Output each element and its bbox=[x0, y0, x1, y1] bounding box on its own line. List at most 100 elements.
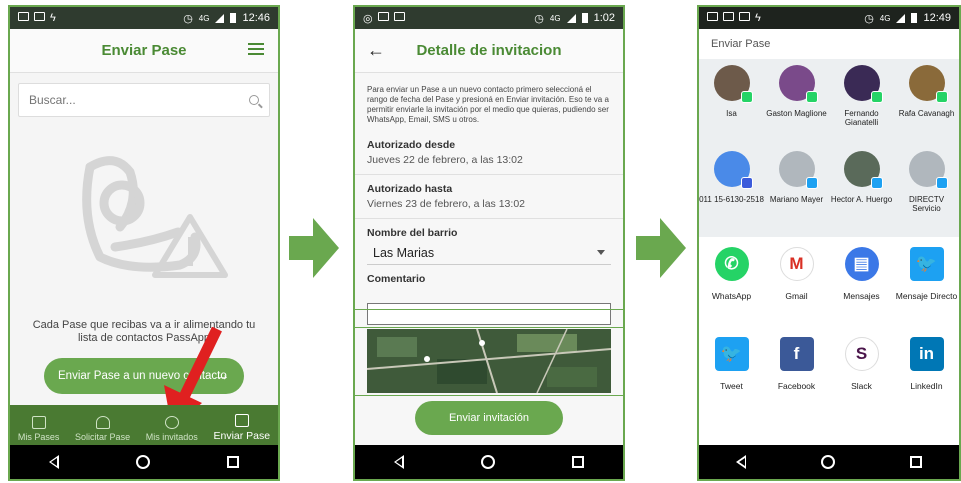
battery-icon bbox=[581, 13, 588, 23]
app-badge-icon bbox=[935, 177, 948, 189]
field-value: Jueves 22 de febrero, a las 13:02 bbox=[367, 154, 523, 166]
back-arrow-icon[interactable]: ← bbox=[367, 40, 385, 61]
battery-icon bbox=[911, 13, 918, 23]
page-title: Detalle de invitacion bbox=[416, 42, 562, 59]
recents-nav-icon[interactable] bbox=[572, 456, 585, 468]
search-input[interactable] bbox=[29, 93, 229, 107]
phone-screen-share-sheet: ϟ ◷ 4G 12:49 Enviar Pase Isa Gaston Magli… bbox=[697, 5, 961, 481]
mail-icon bbox=[739, 12, 750, 21]
contact-name: Isa bbox=[726, 109, 737, 118]
share-contact[interactable]: Fernando Gianatelli bbox=[829, 65, 894, 151]
app-name: Mensajes bbox=[843, 291, 880, 301]
status-bar: ◎ ◷ 4G 1:02 bbox=[355, 7, 623, 29]
image-icon bbox=[31, 416, 46, 429]
alarm-icon: ◷ bbox=[183, 12, 193, 25]
guests-icon bbox=[164, 416, 179, 429]
avatar bbox=[713, 151, 753, 189]
share-app[interactable]: ▤ Mensajes bbox=[829, 247, 894, 337]
share-contact[interactable]: Isa bbox=[699, 65, 764, 151]
home-nav-icon[interactable] bbox=[820, 455, 835, 469]
flow-arrow-icon bbox=[289, 218, 339, 278]
share-app[interactable]: ✆ WhatsApp bbox=[699, 247, 764, 337]
satellite-map[interactable] bbox=[367, 329, 611, 393]
share-app[interactable]: f Facebook bbox=[764, 337, 829, 427]
contact-name: Gaston Maglione bbox=[766, 109, 827, 118]
network-label: 4G bbox=[879, 13, 891, 23]
back-nav-icon[interactable] bbox=[393, 455, 404, 469]
share-app[interactable]: M Gmail bbox=[764, 247, 829, 337]
alarm-icon: ◷ bbox=[534, 12, 544, 25]
network-label: 4G bbox=[198, 13, 210, 23]
share-contact[interactable]: DIRECTV Servicio bbox=[894, 151, 959, 237]
nav-item-mis-pases[interactable]: Mis Pases bbox=[17, 416, 60, 442]
flow-arrow-icon bbox=[636, 218, 686, 278]
mail-icon bbox=[707, 12, 718, 21]
contact-name: Mariano Mayer bbox=[769, 195, 824, 204]
contacts-grid: Isa Gaston Maglione Fernando Gianatelli Raf… bbox=[699, 65, 959, 237]
app-icon: ✆ bbox=[714, 247, 749, 281]
share-sheet-title: Enviar Pase bbox=[699, 29, 959, 59]
nav-label: Mis Pases bbox=[17, 432, 60, 442]
app-badge-icon bbox=[805, 91, 818, 103]
nav-label: Enviar Pase bbox=[213, 430, 271, 442]
search-box[interactable] bbox=[18, 83, 270, 117]
nav-item-solicitar-pase[interactable]: Solicitar Pase bbox=[75, 416, 130, 442]
system-navigation bbox=[355, 445, 623, 479]
nav-item-mis-invitados[interactable]: Mis invitados bbox=[146, 416, 198, 442]
recents-nav-icon[interactable] bbox=[909, 456, 922, 468]
app-icon: in bbox=[909, 337, 944, 371]
share-contact[interactable]: Gaston Maglione bbox=[764, 65, 829, 151]
contact-name: 011 15-6130-2518 bbox=[699, 195, 764, 204]
main-content: Cada Pase que recibas va a ir alimentand… bbox=[10, 73, 278, 429]
authorized-from-field[interactable]: Autorizado desde Jueves 22 de febrero, a… bbox=[355, 131, 623, 175]
share-contact[interactable]: 011 15-6130-2518 bbox=[699, 151, 764, 237]
home-nav-icon[interactable] bbox=[480, 455, 495, 469]
mail-icon bbox=[18, 12, 29, 21]
app-name: WhatsApp bbox=[711, 291, 752, 301]
image-icon bbox=[723, 12, 734, 21]
empty-state-text: Cada Pase que recibas va a ir alimentand… bbox=[32, 319, 256, 344]
system-navigation bbox=[699, 445, 959, 479]
share-app[interactable]: S Slack bbox=[829, 337, 894, 427]
field-label: Autorizado hasta bbox=[367, 183, 453, 195]
menu-icon[interactable] bbox=[248, 43, 264, 55]
app-badge-icon bbox=[740, 91, 753, 103]
status-time: 12:49 bbox=[923, 12, 951, 24]
divider bbox=[355, 327, 623, 328]
app-name: Slack bbox=[851, 381, 872, 391]
back-nav-icon[interactable] bbox=[48, 455, 59, 469]
share-contact[interactable]: Hector A. Huergo bbox=[829, 151, 894, 237]
home-nav-icon[interactable] bbox=[135, 455, 150, 469]
avatar bbox=[843, 151, 883, 189]
page-title: Enviar Pase bbox=[101, 42, 187, 59]
status-bar: ϟ ◷ 4G 12:49 bbox=[699, 7, 959, 29]
app-bar: Enviar Pase bbox=[10, 29, 278, 73]
network-label: 4G bbox=[549, 13, 561, 23]
avatar bbox=[778, 151, 818, 189]
share-app[interactable]: 🐦 Mensaje Directo bbox=[894, 247, 959, 337]
field-label: Nombre del barrio bbox=[367, 227, 458, 239]
app-badge-icon bbox=[805, 177, 818, 189]
alarm-icon: ◷ bbox=[864, 12, 874, 25]
contact-name: Hector A. Huergo bbox=[830, 195, 893, 204]
authorized-to-field[interactable]: Autorizado hasta Viernes 23 de febrero, … bbox=[355, 175, 623, 219]
app-icon: M bbox=[779, 247, 814, 281]
mail-icon bbox=[393, 11, 405, 21]
app-name: Tweet bbox=[720, 381, 743, 391]
share-app[interactable]: in LinkedIn bbox=[894, 337, 959, 427]
barrio-select[interactable]: Las Marias bbox=[367, 241, 611, 265]
share-app[interactable]: 🐦 Tweet bbox=[699, 337, 764, 427]
comment-input[interactable] bbox=[367, 303, 611, 325]
send-invitation-button[interactable]: Enviar invitación bbox=[415, 401, 563, 435]
invitation-form: Para enviar un Pase a un nuevo contacto … bbox=[355, 73, 623, 445]
recents-nav-icon[interactable] bbox=[227, 456, 240, 468]
share-contact[interactable]: Mariano Mayer bbox=[764, 151, 829, 237]
nav-item-enviar-pase[interactable]: Enviar Pase bbox=[213, 414, 270, 442]
back-nav-icon[interactable] bbox=[736, 455, 747, 469]
field-label: Autorizado desde bbox=[367, 139, 456, 151]
share-contact[interactable]: Rafa Cavanagh bbox=[894, 65, 959, 151]
search-icon[interactable] bbox=[249, 95, 259, 105]
app-badge-icon bbox=[935, 91, 948, 103]
app-badge-icon bbox=[870, 177, 883, 189]
direct-share-contacts: Isa Gaston Maglione Fernando Gianatelli Raf… bbox=[699, 59, 959, 237]
